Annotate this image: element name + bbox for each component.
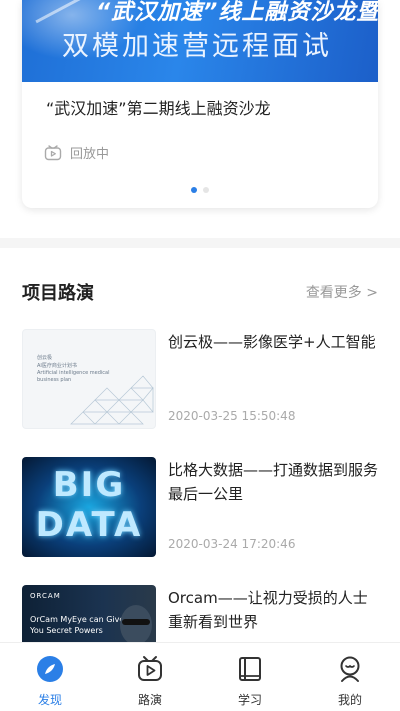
nav-item-learn[interactable]: 学习 (210, 643, 290, 708)
thumb-text: 创云极 (37, 355, 53, 361)
item-date: 2020-03-24 17:20:46 (168, 537, 296, 551)
nav-item-mine[interactable]: 我的 (310, 643, 390, 708)
nav-item-discover[interactable]: 发现 (10, 643, 90, 708)
play-screen-icon (136, 655, 164, 687)
item-thumbnail: 创云极 AI医疗商业计划书 Artificial intelligence me… (22, 329, 156, 429)
item-title: Orcam——让视力受损的人士重新看到世界 (168, 589, 368, 631)
bottom-nav: 发现 路演 学习 我的 (0, 642, 400, 711)
thumb-text: You Secret Powers (30, 626, 103, 635)
replay-label: 回放中 (70, 147, 110, 162)
replay-status: 回放中 (44, 143, 109, 162)
item-date: 2020-03-25 15:50:48 (168, 409, 296, 423)
thumb-text: DATA (35, 505, 143, 545)
live-card[interactable]: “武汉加速”线上融资沙龙暨 双模加速营远程面试 “武汉加速”第二期线上融资沙龙 … (22, 0, 378, 208)
section-divider (0, 238, 400, 248)
see-more-link[interactable]: 查看更多 > (306, 282, 378, 302)
book-icon (236, 655, 264, 687)
see-more-label: 查看更多 > (305, 285, 378, 301)
banner-line2: 双模加速营远程面试 (62, 31, 332, 62)
thumb-text: business plan (37, 377, 72, 383)
replay-icon (44, 144, 62, 161)
carousel-indicator (22, 187, 378, 193)
live-card-title[interactable]: “武汉加速”第二期线上融资沙龙 (46, 95, 271, 119)
item-thumbnail: BIG DATA (22, 457, 156, 557)
thumb-brand: ORCAM (30, 592, 61, 600)
item-title: 创云极——影像医学+人工智能 (168, 333, 376, 351)
compass-icon (36, 655, 64, 687)
carousel-dot[interactable] (203, 187, 209, 193)
thumb-text: AI医疗商业计划书 (37, 363, 77, 369)
item-title: 比格大数据——打通数据到服务最后一公里 (168, 461, 379, 503)
thumb-text: BIG (52, 465, 126, 505)
list-item[interactable]: BIG DATA 比格大数据——打通数据到服务最后一公里 2020-03-24 … (22, 457, 378, 557)
thumb-text: OrCam MyEye can Give (30, 615, 125, 624)
geometric-pattern (70, 375, 154, 425)
discover-page: “武汉加速”线上融资沙龙暨 双模加速营远程面试 “武汉加速”第二期线上融资沙龙 … (0, 0, 400, 711)
nav-label: 路演 (137, 693, 162, 707)
nav-item-roadshow[interactable]: 路演 (110, 643, 190, 708)
list-item[interactable]: 创云极 AI医疗商业计划书 Artificial intelligence me… (22, 329, 378, 429)
user-icon (336, 655, 364, 687)
live-banner[interactable]: “武汉加速”线上融资沙龙暨 双模加速营远程面试 (22, 0, 378, 82)
banner-line1: “武汉加速”线上融资沙龙暨 (96, 0, 378, 25)
carousel-dot[interactable] (191, 187, 197, 193)
nav-label: 发现 (37, 693, 62, 707)
nav-label: 学习 (237, 693, 262, 707)
nav-label: 我的 (337, 693, 362, 707)
section-title: 项目路演 (22, 283, 94, 304)
